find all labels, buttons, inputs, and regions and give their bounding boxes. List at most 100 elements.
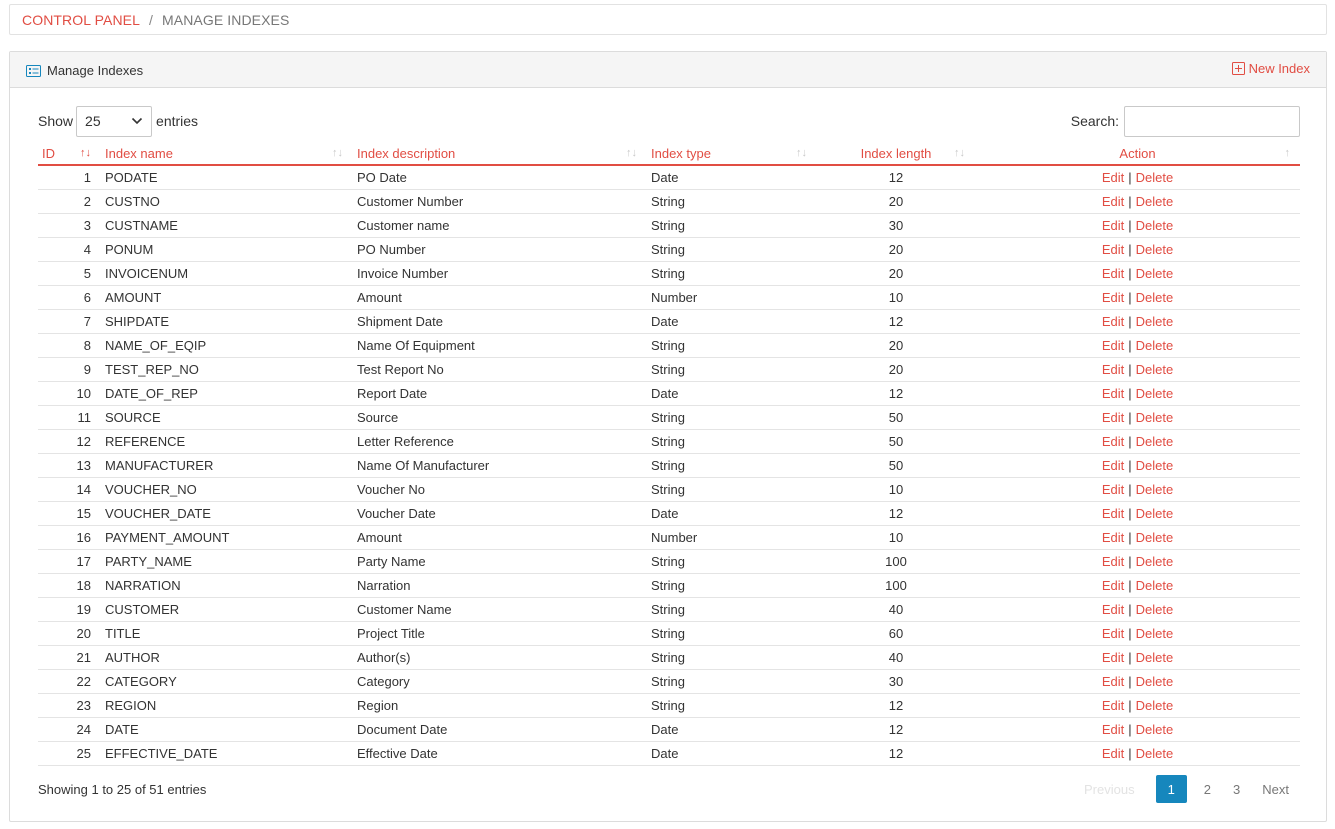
delete-link[interactable]: Delete	[1136, 626, 1174, 641]
delete-link[interactable]: Delete	[1136, 458, 1174, 473]
delete-link[interactable]: Delete	[1136, 746, 1174, 761]
cell-index-type: String	[647, 621, 817, 646]
edit-link[interactable]: Edit	[1102, 530, 1124, 545]
page-button-1[interactable]: 1	[1155, 775, 1187, 803]
edit-link[interactable]: Edit	[1102, 170, 1124, 185]
new-index-button[interactable]: New Index	[1231, 61, 1310, 76]
edit-link[interactable]: Edit	[1102, 314, 1124, 329]
edit-link[interactable]: Edit	[1102, 554, 1124, 569]
delete-link[interactable]: Delete	[1136, 674, 1174, 689]
edit-link[interactable]: Edit	[1102, 410, 1124, 425]
delete-link[interactable]: Delete	[1136, 722, 1174, 737]
cell-index-length: 30	[817, 213, 975, 238]
action-separator: |	[1128, 265, 1132, 281]
edit-link[interactable]: Edit	[1102, 674, 1124, 689]
page-button-3[interactable]: 3	[1222, 775, 1251, 803]
page-button-2[interactable]: 2	[1193, 775, 1222, 803]
action-separator: |	[1128, 409, 1132, 425]
edit-link[interactable]: Edit	[1102, 506, 1124, 521]
cell-action: Edit | Delete	[975, 381, 1300, 406]
delete-link[interactable]: Delete	[1136, 386, 1174, 401]
edit-link[interactable]: Edit	[1102, 722, 1124, 737]
table-row: 6 AMOUNT Amount Number 10 Edit | Delete	[38, 285, 1300, 310]
cell-action: Edit | Delete	[975, 669, 1300, 694]
delete-link[interactable]: Delete	[1136, 410, 1174, 425]
table-row: 9 TEST_REP_NO Test Report No String 20 Edit | D…	[38, 357, 1300, 382]
delete-link[interactable]: Delete	[1136, 218, 1174, 233]
show-label: Show	[38, 113, 74, 129]
delete-link[interactable]: Delete	[1136, 698, 1174, 713]
delete-link[interactable]: Delete	[1136, 530, 1174, 545]
action-separator: |	[1128, 625, 1132, 641]
column-header-description[interactable]: Index description ↑↓	[353, 143, 647, 166]
edit-link[interactable]: Edit	[1102, 650, 1124, 665]
breadcrumb-control-panel[interactable]: CONTROL PANEL	[22, 12, 140, 28]
delete-link[interactable]: Delete	[1136, 434, 1174, 449]
table-row: 19 CUSTOMER Customer Name String 40 Edit | Dele…	[38, 597, 1300, 622]
entries-length: Show 25 entries	[38, 105, 198, 137]
edit-link[interactable]: Edit	[1102, 242, 1124, 257]
cell-index-type: Number	[647, 525, 817, 550]
edit-link[interactable]: Edit	[1102, 338, 1124, 353]
cell-index-name: NAME_OF_EQIP	[101, 333, 353, 358]
delete-link[interactable]: Delete	[1136, 578, 1174, 593]
edit-link[interactable]: Edit	[1102, 218, 1124, 233]
sort-icon: ↑↓	[626, 147, 637, 159]
edit-link[interactable]: Edit	[1102, 386, 1124, 401]
delete-link[interactable]: Delete	[1136, 314, 1174, 329]
cell-index-type: String	[647, 405, 817, 430]
delete-link[interactable]: Delete	[1136, 482, 1174, 497]
cell-index-length: 20	[817, 261, 975, 286]
edit-link[interactable]: Edit	[1102, 482, 1124, 497]
edit-link[interactable]: Edit	[1102, 290, 1124, 305]
cell-index-length: 20	[817, 237, 975, 262]
column-header-id[interactable]: ID ↑↓	[38, 143, 101, 166]
cell-index-description: PO Date	[353, 165, 647, 190]
action-separator: |	[1128, 601, 1132, 617]
edit-link[interactable]: Edit	[1102, 362, 1124, 377]
entries-select[interactable]: 25	[76, 105, 153, 137]
delete-link[interactable]: Delete	[1136, 266, 1174, 281]
cell-action: Edit | Delete	[975, 549, 1300, 574]
cell-index-name: CUSTOMER	[101, 597, 353, 622]
search-input[interactable]	[1124, 105, 1300, 137]
delete-link[interactable]: Delete	[1136, 290, 1174, 305]
delete-link[interactable]: Delete	[1136, 170, 1174, 185]
next-button[interactable]: Next	[1251, 775, 1300, 803]
delete-link[interactable]: Delete	[1136, 194, 1174, 209]
delete-link[interactable]: Delete	[1136, 362, 1174, 377]
edit-link[interactable]: Edit	[1102, 434, 1124, 449]
delete-link[interactable]: Delete	[1136, 338, 1174, 353]
edit-link[interactable]: Edit	[1102, 578, 1124, 593]
cell-index-type: String	[647, 213, 817, 238]
cell-id: 22	[38, 669, 101, 694]
cell-id: 25	[38, 741, 101, 766]
cell-index-length: 10	[817, 477, 975, 502]
edit-link[interactable]: Edit	[1102, 602, 1124, 617]
edit-link[interactable]: Edit	[1102, 458, 1124, 473]
delete-link[interactable]: Delete	[1136, 554, 1174, 569]
delete-link[interactable]: Delete	[1136, 506, 1174, 521]
previous-button[interactable]: Previous	[1073, 775, 1146, 803]
delete-link[interactable]: Delete	[1136, 242, 1174, 257]
cell-index-length: 20	[817, 357, 975, 382]
column-header-length[interactable]: Index length ↑↓	[817, 143, 975, 166]
cell-index-type: String	[647, 645, 817, 670]
cell-index-type: String	[647, 693, 817, 718]
cell-index-type: Number	[647, 285, 817, 310]
delete-link[interactable]: Delete	[1136, 602, 1174, 617]
edit-link[interactable]: Edit	[1102, 626, 1124, 641]
edit-link[interactable]: Edit	[1102, 746, 1124, 761]
column-header-id-label: ID	[42, 146, 55, 161]
column-header-type[interactable]: Index type ↑↓	[647, 143, 817, 166]
cell-index-length: 40	[817, 645, 975, 670]
edit-link[interactable]: Edit	[1102, 194, 1124, 209]
delete-link[interactable]: Delete	[1136, 650, 1174, 665]
cell-index-type: String	[647, 333, 817, 358]
edit-link[interactable]: Edit	[1102, 698, 1124, 713]
cell-action: Edit | Delete	[975, 165, 1300, 190]
edit-link[interactable]: Edit	[1102, 266, 1124, 281]
cell-index-name: VOUCHER_NO	[101, 477, 353, 502]
column-header-action[interactable]: Action ↑	[975, 143, 1300, 166]
column-header-name[interactable]: Index name ↑↓	[101, 143, 353, 166]
